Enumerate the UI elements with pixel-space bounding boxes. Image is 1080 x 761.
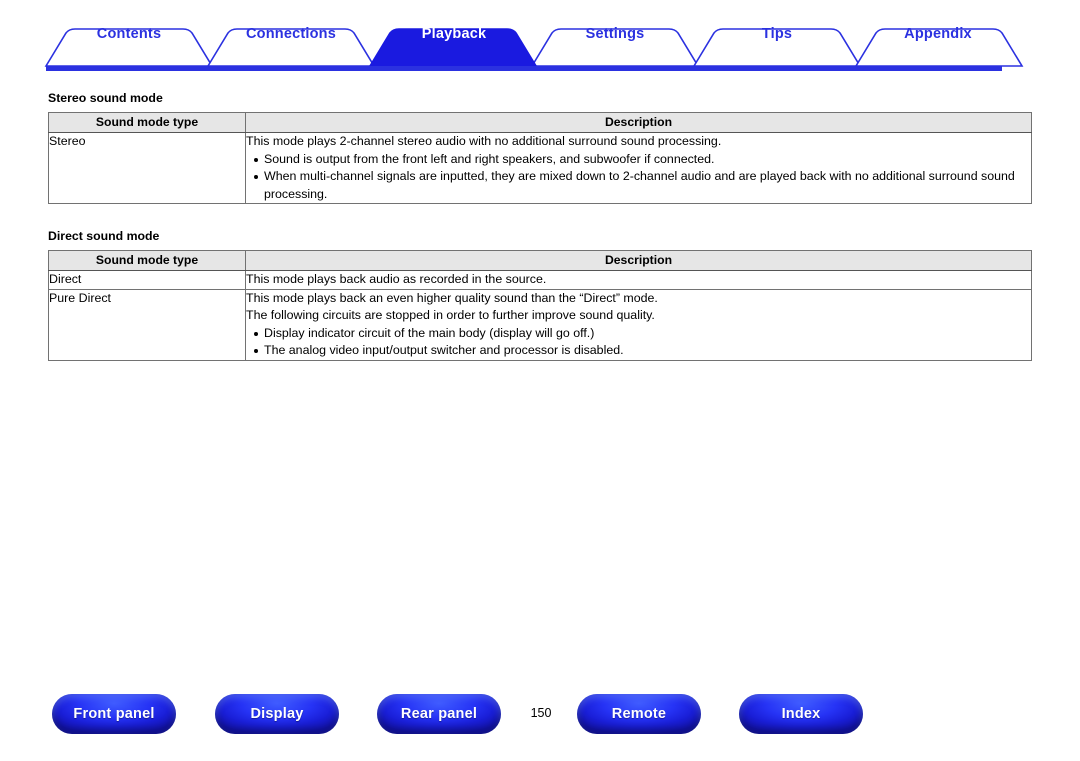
footer-button-display[interactable]: Display: [215, 694, 339, 734]
description-lead: This mode plays back an even higher qual…: [246, 290, 658, 305]
cell-description: This mode plays back audio as recorded i…: [245, 270, 1032, 290]
list-item: Sound is output from the front left and …: [254, 151, 1031, 169]
description-lead: This mode plays 2-channel stereo audio w…: [246, 134, 722, 148]
tab-bar-underline: [46, 66, 1002, 71]
column-header-description: Description: [245, 250, 1032, 271]
list-item: The analog video input/output switcher a…: [254, 342, 1031, 360]
tab-appendix[interactable]: Appendix: [904, 26, 972, 42]
tab-bar: Contents Connections Playback Settings T…: [0, 0, 1080, 76]
section-heading-stereo: Stereo sound mode: [48, 91, 163, 105]
table-row: Pure Direct This mode plays back an even…: [48, 288, 1032, 361]
footer-navigation: Front panel Display Rear panel 150 Remot…: [0, 694, 1080, 738]
table-direct-sound-mode: Sound mode type Description Direct This …: [48, 250, 1032, 361]
description-bullet-list: Display indicator circuit of the main bo…: [246, 325, 1031, 360]
cell-description: This mode plays 2-channel stereo audio w…: [245, 132, 1032, 204]
cell-sound-mode-type: Pure Direct: [48, 288, 246, 361]
list-item: When multi-channel signals are inputted,…: [254, 168, 1031, 203]
column-header-sound-mode-type: Sound mode type: [48, 112, 246, 133]
tab-settings[interactable]: Settings: [586, 26, 645, 42]
cell-sound-mode-type: Stereo: [48, 132, 246, 204]
footer-button-front-panel[interactable]: Front panel: [52, 694, 176, 734]
tab-contents[interactable]: Contents: [97, 26, 161, 42]
footer-button-index[interactable]: Index: [739, 694, 863, 734]
table-row: Direct This mode plays back audio as rec…: [48, 270, 1032, 290]
tab-playback[interactable]: Playback: [422, 26, 486, 42]
table-row: Stereo This mode plays 2-channel stereo …: [48, 132, 1032, 204]
tab-connections[interactable]: Connections: [246, 26, 336, 42]
column-header-description: Description: [245, 112, 1032, 133]
description-lead-2: The following circuits are stopped in or…: [246, 308, 655, 322]
table-header-row: Sound mode type Description: [48, 112, 1032, 133]
section-heading-direct: Direct sound mode: [48, 229, 160, 243]
description-lead: This mode plays back audio as recorded i…: [246, 272, 547, 286]
footer-button-remote[interactable]: Remote: [577, 694, 701, 734]
table-header-row: Sound mode type Description: [48, 250, 1032, 271]
table-stereo-sound-mode: Sound mode type Description Stereo This …: [48, 112, 1032, 204]
page-number: 150: [530, 706, 552, 720]
tab-shape-group: [44, 28, 1024, 67]
footer-button-rear-panel[interactable]: Rear panel: [377, 694, 501, 734]
tab-tips[interactable]: Tips: [762, 26, 792, 42]
column-header-sound-mode-type: Sound mode type: [48, 250, 246, 271]
list-item: Display indicator circuit of the main bo…: [254, 325, 1031, 343]
cell-description: This mode plays back an even higher qual…: [245, 288, 1032, 361]
cell-sound-mode-type: Direct: [48, 270, 246, 290]
description-bullet-list: Sound is output from the front left and …: [246, 151, 1031, 204]
